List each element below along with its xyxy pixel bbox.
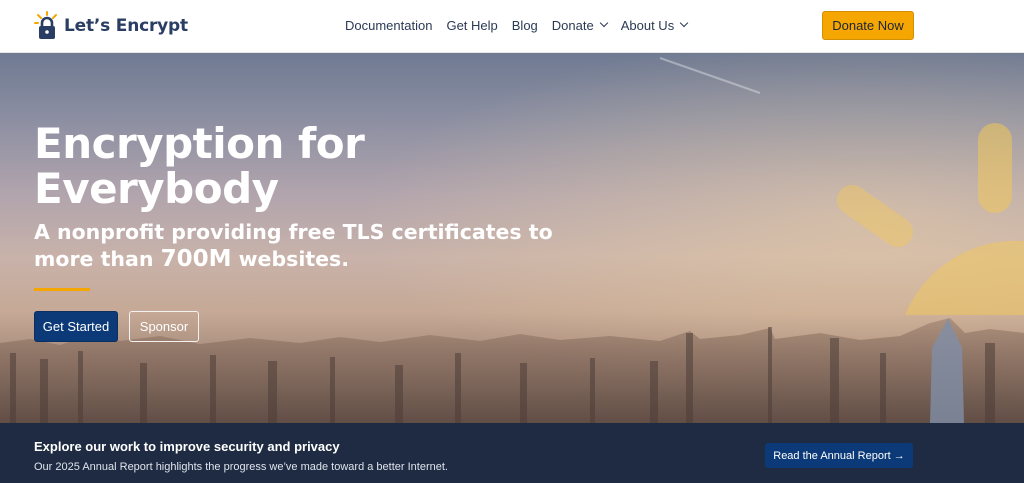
hero-subtitle-highlight: 700M [160, 246, 232, 272]
nav-label: Get Help [446, 17, 498, 33]
chevron-down-icon [679, 18, 689, 28]
nav-label: Blog [511, 17, 538, 33]
hero-subtitle-suffix: websites. [231, 247, 350, 271]
annual-report-banner: Explore our work to improve security and… [0, 423, 1024, 483]
get-started-button[interactable]: Get Started [34, 311, 118, 342]
nav-label: Donate [551, 17, 594, 33]
nav-label: Documentation [345, 17, 433, 33]
banner-description: Our 2025 Annual Report highlights the pr… [34, 461, 448, 473]
main-nav: Documentation Get Help Blog Donate About… [345, 0, 689, 50]
site-header: Let’s Encrypt Documentation Get Help Blo… [0, 0, 1024, 53]
read-annual-report-button[interactable]: Read the Annual Report → [765, 443, 913, 468]
logo-link[interactable]: Let’s Encrypt [34, 6, 188, 46]
nav-about-us[interactable]: About Us [620, 17, 689, 33]
hero-section: Encryption for Everybody A nonprofit pro… [0, 53, 1024, 423]
nav-documentation[interactable]: Documentation [345, 18, 432, 33]
donate-now-button[interactable]: Donate Now [822, 11, 914, 40]
nav-get-help[interactable]: Get Help [446, 18, 497, 33]
nav-donate[interactable]: Donate [551, 17, 608, 33]
nav-blog[interactable]: Blog [512, 18, 538, 33]
banner-title: Explore our work to improve security and… [34, 439, 340, 454]
chevron-down-icon [599, 18, 608, 28]
accent-divider [34, 288, 90, 291]
hero-subtitle: A nonprofit providing free TLS certifica… [34, 219, 554, 273]
padlock-logo-icon [34, 11, 57, 39]
nav-label: About Us [620, 17, 675, 33]
brand-name: Let’s Encrypt [64, 16, 188, 36]
sponsor-button[interactable]: Sponsor [129, 311, 199, 342]
hero-title: Encryption for Everybody [34, 119, 365, 213]
